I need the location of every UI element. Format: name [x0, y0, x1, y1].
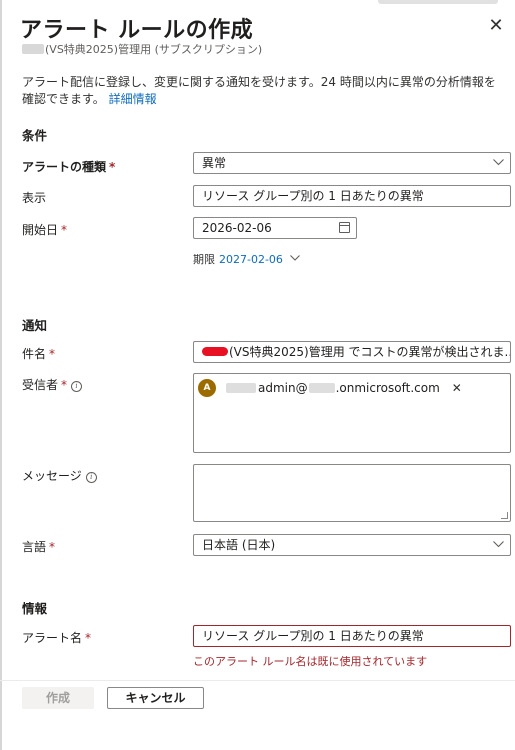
view-label: 表示: [22, 191, 47, 205]
message-label-text: メッセージ: [22, 469, 82, 483]
recipients-label-text: 受信者: [22, 378, 59, 392]
subtitle-text: (VS特典2025)管理用 (サブスクリプション): [45, 43, 263, 56]
subject-label-text: 件名: [22, 347, 47, 361]
alert-type-label: アラートの種類 *: [22, 158, 115, 175]
left-edge: [0, 0, 2, 750]
page-title: アラート ルールの作成: [20, 18, 254, 43]
language-dropdown[interactable]: 日本語 (日本): [193, 534, 511, 556]
chevron-down-icon: [493, 153, 504, 166]
description: アラート配信に登録し、変更に関する通知を受けます。24 時間以内に異常の分析情報…: [22, 74, 507, 108]
expiration-label: 期限: [193, 253, 215, 266]
view-value: リソース グループ別の 1 日あたりの異常: [202, 189, 424, 203]
message-field[interactable]: [193, 464, 511, 522]
chevron-down-icon: [493, 535, 504, 548]
learn-more-link[interactable]: 詳細情報: [109, 92, 157, 106]
footer-divider: [0, 680, 515, 681]
alert-type-label-text: アラートの種類: [22, 160, 107, 174]
subject-field[interactable]: (VS特典2025)管理用 でコストの異常が検出されま...: [193, 341, 511, 363]
required-marker: *: [85, 631, 92, 645]
alert-name-error: このアラート ルール名は既に使用されています: [193, 655, 428, 668]
calendar-icon[interactable]: [339, 222, 350, 233]
redacted-text: [226, 383, 256, 393]
message-label: メッセージ i: [22, 467, 97, 484]
required-marker: *: [61, 223, 68, 237]
alert-name-value: リソース グループ別の 1 日あたりの異常: [202, 629, 424, 643]
alert-name-label: アラート名 *: [22, 629, 91, 646]
recipients-field[interactable]: A admin@ .onmicrosoft.com ✕: [193, 373, 511, 453]
alert-name-label-text: アラート名: [22, 631, 83, 645]
section-notification: 通知: [22, 318, 48, 333]
redaction-mark: [202, 347, 228, 356]
start-date-picker[interactable]: 2026-02-06: [193, 217, 357, 239]
required-marker: *: [49, 540, 56, 554]
recipient-chip: A admin@ .onmicrosoft.com ✕: [198, 378, 462, 398]
redacted-text: [308, 383, 335, 393]
alert-type-dropdown[interactable]: 異常: [193, 152, 511, 174]
top-bar-fragment: [378, 0, 498, 4]
alert-type-value: 異常: [202, 156, 227, 170]
remove-recipient-icon[interactable]: ✕: [452, 381, 462, 395]
cancel-button[interactable]: キャンセル: [107, 687, 204, 709]
expiration-selector[interactable]: 期限 2027-02-06: [193, 251, 301, 267]
required-marker: *: [49, 347, 56, 361]
description-text: アラート配信に登録し、変更に関する通知を受けます。24 時間以内に異常の分析情報…: [22, 75, 496, 106]
chevron-down-icon: [290, 255, 301, 261]
section-info: 情報: [22, 601, 48, 616]
resize-handle-icon[interactable]: [501, 512, 508, 519]
required-marker: *: [109, 160, 116, 174]
redacted-text: [22, 44, 44, 54]
avatar: A: [198, 379, 216, 397]
info-icon[interactable]: i: [71, 381, 83, 392]
subject-label: 件名 *: [22, 345, 55, 362]
section-conditions: 条件: [22, 128, 48, 143]
alert-name-field[interactable]: リソース グループ別の 1 日あたりの異常: [193, 625, 511, 647]
language-value: 日本語 (日本): [202, 538, 276, 552]
language-label-text: 言語: [22, 540, 47, 554]
recipient-email-part: admin@: [258, 381, 308, 395]
expiration-date[interactable]: 2027-02-06: [219, 253, 283, 266]
start-date-value: 2026-02-06: [202, 221, 272, 235]
close-icon[interactable]: ✕: [486, 16, 506, 36]
start-date-label: 開始日 *: [22, 221, 67, 238]
view-field[interactable]: リソース グループ別の 1 日あたりの異常: [193, 185, 511, 207]
start-date-label-text: 開始日: [22, 223, 59, 237]
create-button[interactable]: 作成: [22, 687, 94, 709]
recipients-label: 受信者 * i: [22, 376, 83, 393]
info-icon[interactable]: i: [85, 472, 97, 483]
required-marker: *: [61, 378, 68, 392]
language-label: 言語 *: [22, 538, 55, 555]
recipient-email-domain: .onmicrosoft.com: [335, 381, 440, 395]
subject-value: (VS特典2025)管理用 でコストの異常が検出されま...: [229, 345, 511, 359]
subscription-subtitle: (VS特典2025)管理用 (サブスクリプション): [22, 41, 262, 57]
